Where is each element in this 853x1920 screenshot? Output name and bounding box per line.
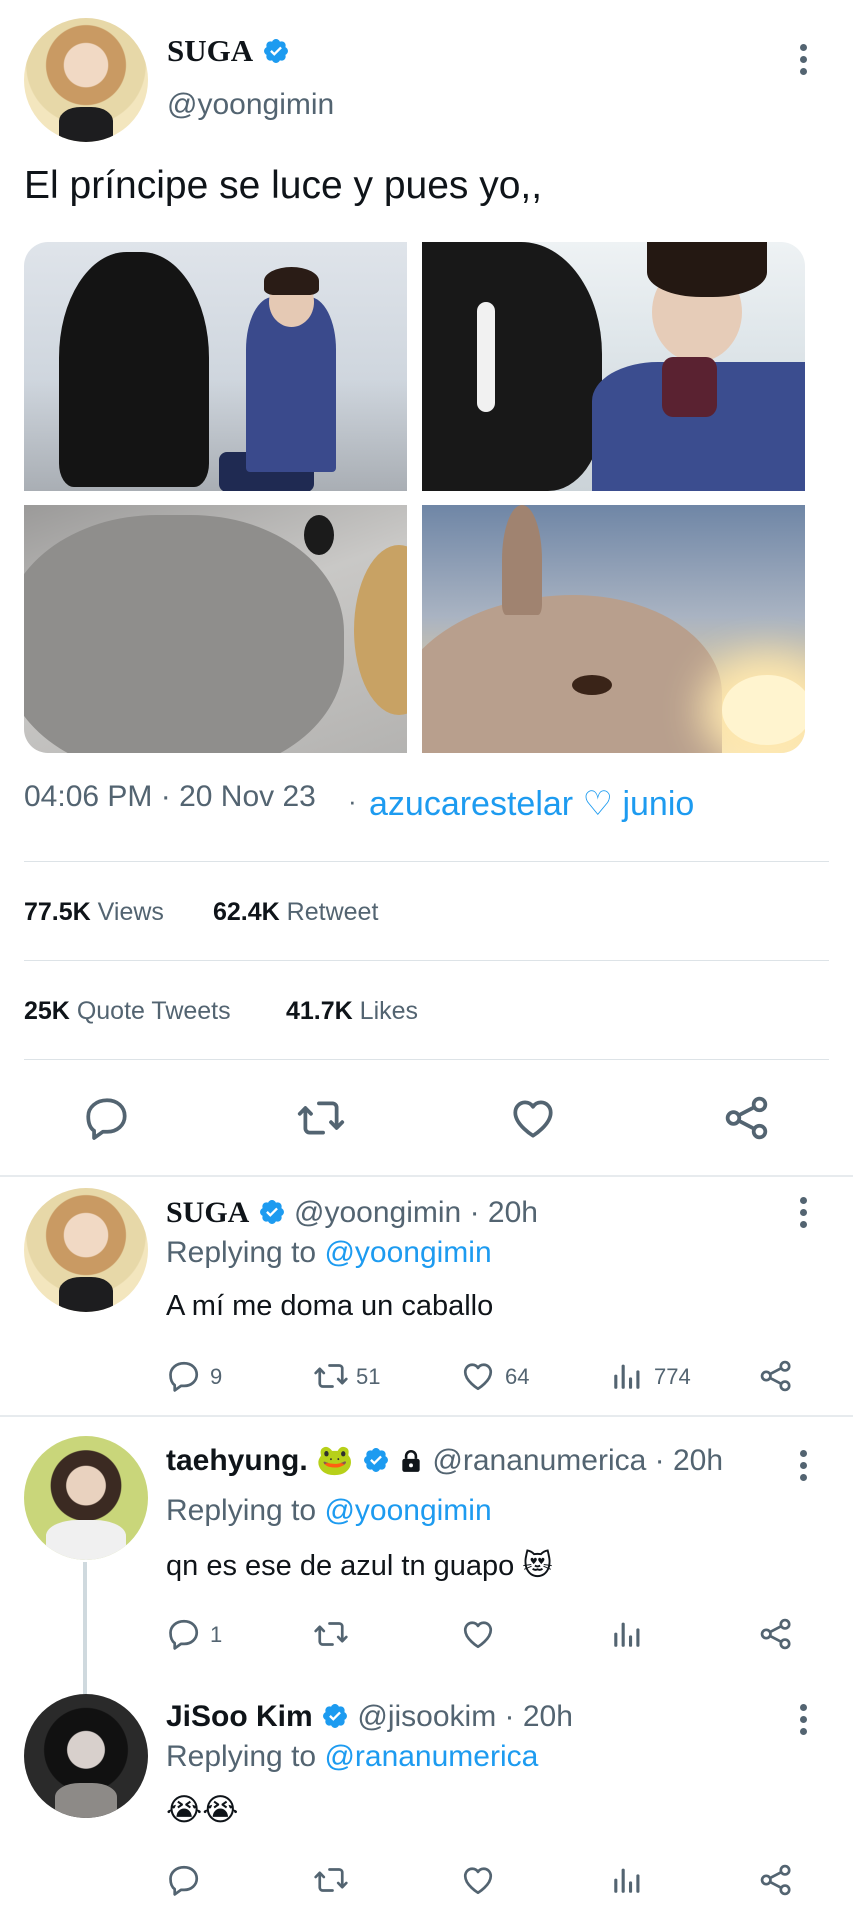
section-divider <box>0 1175 853 1177</box>
share-icon[interactable] <box>758 1862 794 1898</box>
views-icon[interactable] <box>610 1358 644 1394</box>
author-handle[interactable]: @yoongimin <box>294 1196 461 1229</box>
more-options-icon[interactable] <box>798 1704 808 1740</box>
like-icon[interactable] <box>460 1358 496 1394</box>
retweet-label: Retweet <box>286 898 379 926</box>
retweet-icon[interactable] <box>295 1093 347 1143</box>
reply-text-row: qn es ese de azul tn guapo 😻 <box>166 1548 553 1583</box>
likes-stat[interactable]: 41.7K Likes <box>286 997 418 1026</box>
reply-header: JiSoo Kim @jisookim · 20h <box>166 1698 573 1736</box>
tweet-photo-2[interactable] <box>422 242 805 491</box>
share-icon[interactable] <box>758 1616 794 1652</box>
views-icon[interactable] <box>610 1862 644 1898</box>
likes-count: 41.7K <box>286 997 353 1025</box>
tweet-source-label[interactable]: azucarestelar ♡ junio <box>369 784 694 824</box>
views-stat[interactable]: 77.5K Views <box>24 898 164 927</box>
share-icon[interactable] <box>758 1358 794 1394</box>
like-icon[interactable] <box>508 1093 558 1143</box>
thread-line <box>83 1562 87 1694</box>
verified-badge-icon <box>258 1198 286 1226</box>
reply-count: 9 <box>210 1364 223 1389</box>
tweet-photo-3[interactable] <box>24 505 407 753</box>
author-avatar[interactable] <box>24 18 148 142</box>
tweet-photo-1[interactable] <box>24 242 407 491</box>
tweet-timestamp: 04:06 PM · 20 Nov 23 <box>24 780 316 813</box>
replying-to-handle[interactable]: @yoongimin <box>324 1494 491 1527</box>
author-name[interactable]: SUGA <box>167 33 253 68</box>
retweet-icon[interactable] <box>312 1616 350 1652</box>
author-avatar[interactable] <box>24 1188 148 1312</box>
like-icon[interactable] <box>460 1862 496 1898</box>
reply-icon[interactable] <box>82 1093 132 1143</box>
reply-icon[interactable] <box>166 1358 202 1394</box>
replying-prefix: Replying to <box>166 1740 317 1773</box>
verified-badge-icon <box>362 1446 390 1474</box>
views-count: 77.5K <box>24 898 91 926</box>
replying-to-handle[interactable]: @rananumerica <box>324 1740 538 1773</box>
section-divider <box>0 1415 853 1417</box>
retweet-icon[interactable] <box>312 1862 350 1898</box>
retweet-count: 62.4K <box>213 898 280 926</box>
lock-icon <box>398 1448 424 1474</box>
more-options-icon[interactable] <box>798 44 808 80</box>
reply-emoji: 😻 <box>522 1550 553 1582</box>
reply-header: SUGA @yoongimin · 20h <box>166 1194 538 1232</box>
replying-to-line: Replying to @yoongimin <box>166 1236 492 1270</box>
author-name[interactable]: SUGA <box>166 1196 249 1229</box>
retweet-icon[interactable] <box>312 1358 350 1394</box>
reply-icon[interactable] <box>166 1862 202 1898</box>
retweet-count: 51 <box>356 1364 381 1389</box>
reply-text: A mí me doma un caballo <box>166 1290 494 1322</box>
author-name[interactable]: JiSoo Kim <box>166 1700 313 1733</box>
author-handle[interactable]: @yoongimin <box>167 88 334 122</box>
divider <box>24 861 829 862</box>
view-count: 774 <box>654 1364 691 1389</box>
verified-badge-icon <box>262 37 290 65</box>
reply-time: · 20h <box>469 1196 538 1229</box>
tweet-text: El príncipe se luce y pues yo,, <box>24 164 543 207</box>
verified-badge-icon <box>321 1702 349 1730</box>
views-icon[interactable] <box>610 1616 644 1652</box>
more-options-icon[interactable] <box>798 1197 808 1233</box>
author-handle[interactable]: @jisookim <box>357 1700 496 1733</box>
reply-icon[interactable] <box>166 1616 202 1652</box>
divider <box>24 1059 829 1060</box>
reply-text: qn es ese de azul tn guapo <box>166 1550 515 1582</box>
author-avatar[interactable] <box>24 1694 148 1818</box>
replying-prefix: Replying to <box>166 1236 317 1269</box>
like-count: 64 <box>505 1364 530 1389</box>
reply-time: · 20h <box>654 1444 724 1477</box>
like-icon[interactable] <box>460 1616 496 1652</box>
quote-label: Quote Tweets <box>76 997 231 1025</box>
reply-emoji: 😭😭 <box>166 1792 239 1827</box>
replying-prefix: Replying to <box>166 1494 317 1527</box>
reply-count: 1 <box>210 1622 223 1647</box>
author-handle[interactable]: @rananumerica <box>432 1444 646 1477</box>
replying-to-line: Replying to @yoongimin <box>166 1494 492 1528</box>
quote-stat[interactable]: 25K Quote Tweets <box>24 997 231 1026</box>
more-options-icon[interactable] <box>798 1450 808 1486</box>
author-name-row[interactable]: SUGA <box>167 32 290 70</box>
divider <box>24 960 829 961</box>
timestamp-separator: · <box>348 786 357 816</box>
replying-to-line: Replying to @rananumerica <box>166 1740 538 1774</box>
reply-time: · 20h <box>504 1700 573 1733</box>
likes-label: Likes <box>359 997 419 1025</box>
tweet-photo-4[interactable] <box>422 505 805 753</box>
replying-to-handle[interactable]: @yoongimin <box>324 1236 491 1269</box>
share-icon[interactable] <box>722 1093 772 1143</box>
author-name[interactable]: taehyung. <box>166 1444 308 1477</box>
author-emoji: 🐸 <box>316 1444 354 1477</box>
author-avatar[interactable] <box>24 1436 148 1560</box>
retweet-stat[interactable]: 62.4K Retweet <box>213 898 378 927</box>
views-label: Views <box>97 898 164 926</box>
quote-count: 25K <box>24 997 70 1025</box>
reply-header: taehyung. 🐸 @rananumerica · 20h <box>166 1442 723 1480</box>
